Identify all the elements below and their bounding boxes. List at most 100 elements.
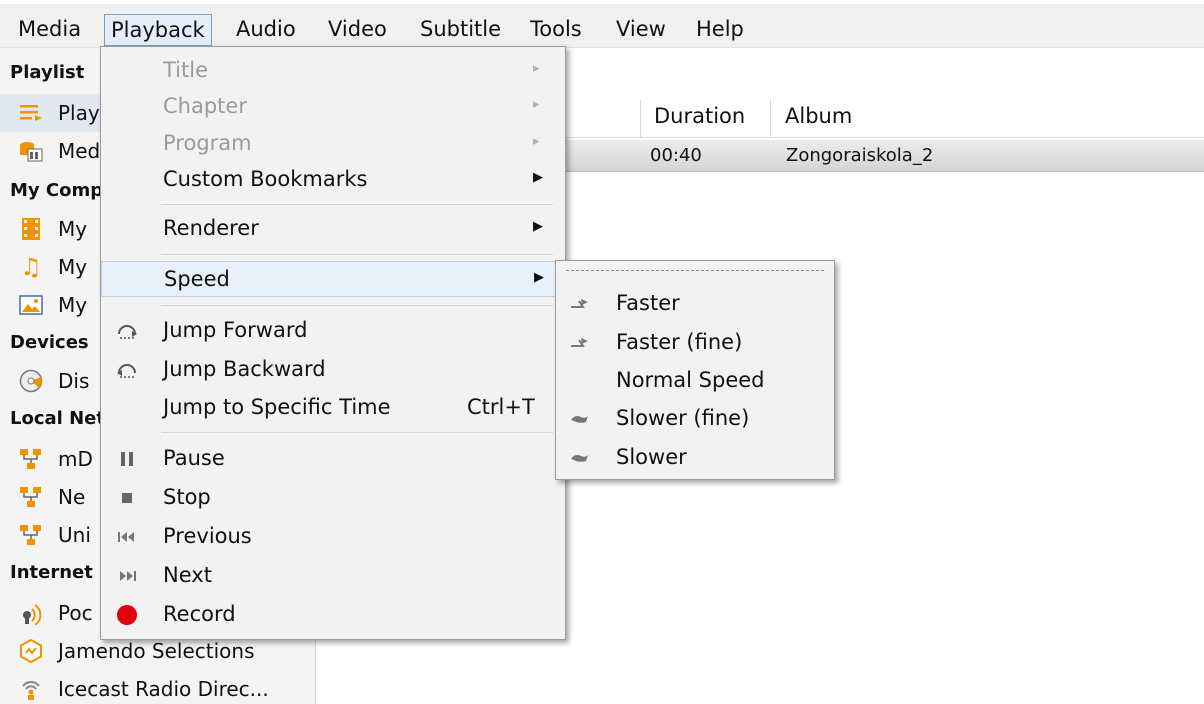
speed-item-label: Faster xyxy=(616,291,680,315)
menu-video[interactable]: Video xyxy=(322,14,393,46)
menu-separator xyxy=(161,432,553,433)
menu-item-label: Record xyxy=(163,602,236,626)
sidebar-item-label: Play xyxy=(58,101,100,125)
column-divider[interactable] xyxy=(770,100,771,138)
menu-bar: Media Playback Audio Video Subtitle Tool… xyxy=(0,0,1204,48)
menu-help[interactable]: Help xyxy=(690,14,750,46)
sidebar-item-label: Jamendo Selections xyxy=(58,639,255,663)
speed-item-label: Slower xyxy=(616,445,687,469)
menu-item-label: Program xyxy=(163,131,252,155)
music-note-icon: ♫ xyxy=(20,253,42,281)
jamendo-icon xyxy=(18,638,44,664)
podcast-icon xyxy=(18,600,44,626)
menu-item-chapter[interactable]: Chapter ▸ xyxy=(101,89,565,125)
sidebar-header-internet: Internet xyxy=(10,562,93,583)
speed-item-label: Normal Speed xyxy=(616,368,765,392)
menu-media[interactable]: Media xyxy=(12,14,87,46)
menu-separator xyxy=(161,204,553,205)
sidebar-header-playlist: Playlist xyxy=(10,62,85,83)
network-icon xyxy=(18,484,44,510)
menu-item-label: Speed xyxy=(164,267,230,291)
menu-item-label: Jump Backward xyxy=(163,357,326,381)
menu-item-label: Title xyxy=(163,58,209,82)
previous-icon xyxy=(115,525,139,549)
faster-icon xyxy=(568,293,590,313)
menu-item-title[interactable]: Title ▸ xyxy=(101,53,565,89)
menu-item-program[interactable]: Program ▸ xyxy=(101,126,565,162)
sidebar-item-label: Uni xyxy=(58,523,91,547)
menu-item-label: Renderer xyxy=(163,216,259,240)
speed-item-slower-fine[interactable]: Slower (fine) xyxy=(556,400,834,436)
slower-fine-icon xyxy=(568,408,590,428)
sidebar-item-label: My xyxy=(58,217,88,241)
menu-item-record[interactable]: Record xyxy=(101,597,565,633)
menu-item-jump-to-time[interactable]: Jump to Specific Time Ctrl+T xyxy=(101,390,565,426)
menu-tools[interactable]: Tools xyxy=(524,14,588,46)
cell-duration: 00:40 xyxy=(650,145,702,166)
submenu-arrow-icon: ▶ xyxy=(533,170,543,185)
menu-view[interactable]: View xyxy=(610,14,672,46)
playback-menu: Title ▸ Chapter ▸ Program ▸ Custom Bookm… xyxy=(100,46,566,640)
pause-icon xyxy=(115,447,139,471)
network-icon xyxy=(18,522,44,548)
menu-item-next[interactable]: Next xyxy=(101,558,565,594)
menu-item-stop[interactable]: Stop xyxy=(101,480,565,516)
sidebar-item-label: Poc xyxy=(58,601,93,625)
submenu-arrow-icon: ▶ xyxy=(533,219,543,234)
sidebar-item-label: Icecast Radio Direc... xyxy=(58,677,269,701)
menu-item-label: Pause xyxy=(163,446,225,470)
disc-icon xyxy=(18,368,44,394)
menu-subtitle[interactable]: Subtitle xyxy=(414,14,507,46)
menu-item-label: Chapter xyxy=(163,94,247,118)
speed-item-slower[interactable]: Slower xyxy=(556,439,834,475)
sidebar-item-label: My xyxy=(58,255,88,279)
cell-album: Zongoraiskola_2 xyxy=(786,145,934,166)
column-header-album[interactable]: Album xyxy=(785,104,852,128)
menu-item-label: Jump Forward xyxy=(163,318,308,342)
speed-item-normal[interactable]: Normal Speed xyxy=(556,362,834,398)
sidebar-header-my-computer: My Comp xyxy=(10,180,104,201)
submenu-arrow-icon: ▸ xyxy=(533,134,540,149)
slower-icon xyxy=(568,447,590,467)
menu-audio[interactable]: Audio xyxy=(230,14,302,46)
speed-item-faster-fine[interactable]: Faster (fine) xyxy=(556,324,834,360)
column-header-duration[interactable]: Duration xyxy=(654,104,745,128)
sidebar-item-label: My xyxy=(58,293,88,317)
menu-item-speed[interactable]: Speed ▶ xyxy=(101,261,565,297)
submenu-arrow-icon: ▸ xyxy=(533,61,540,76)
menu-item-pause[interactable]: Pause xyxy=(101,441,565,477)
film-icon xyxy=(18,216,44,242)
jump-backward-icon xyxy=(115,358,139,382)
tear-off-line[interactable] xyxy=(566,270,824,271)
submenu-arrow-icon: ▶ xyxy=(534,270,544,285)
sidebar-header-devices: Devices xyxy=(10,332,89,353)
menu-separator xyxy=(161,254,553,255)
menu-playback[interactable]: Playback xyxy=(104,14,212,46)
next-icon xyxy=(115,564,139,588)
menu-item-jump-forward[interactable]: Jump Forward xyxy=(101,313,565,349)
menu-item-label: Jump to Specific Time xyxy=(163,395,391,419)
menu-item-renderer[interactable]: Renderer ▶ xyxy=(101,211,565,247)
menu-item-jump-backward[interactable]: Jump Backward xyxy=(101,352,565,388)
speed-item-faster[interactable]: Faster xyxy=(556,285,834,321)
window-top-edge xyxy=(0,0,1204,4)
speed-item-label: Faster (fine) xyxy=(616,330,743,354)
menu-item-previous[interactable]: Previous xyxy=(101,519,565,555)
sidebar-item-label: Ne xyxy=(58,485,86,509)
submenu-arrow-icon: ▸ xyxy=(533,97,540,112)
sidebar-header-local-network: Local Net xyxy=(10,408,105,429)
speed-submenu: Faster Faster (fine) Normal Speed Slower… xyxy=(555,260,835,480)
sidebar-item-label: mD xyxy=(58,447,93,471)
sidebar-item-label: Med xyxy=(58,139,101,163)
jump-forward-icon xyxy=(115,319,139,343)
shortcut-label: Ctrl+T xyxy=(467,395,535,419)
sidebar-item-icecast[interactable]: Icecast Radio Direc... xyxy=(0,670,316,704)
speed-item-label: Slower (fine) xyxy=(616,406,750,430)
picture-icon xyxy=(18,292,44,318)
menu-item-custom-bookmarks[interactable]: Custom Bookmarks ▶ xyxy=(101,162,565,198)
record-icon xyxy=(115,603,139,627)
media-library-icon xyxy=(18,138,44,164)
playlist-icon xyxy=(18,100,44,126)
column-divider[interactable] xyxy=(640,100,641,138)
menu-item-label: Custom Bookmarks xyxy=(163,167,368,191)
